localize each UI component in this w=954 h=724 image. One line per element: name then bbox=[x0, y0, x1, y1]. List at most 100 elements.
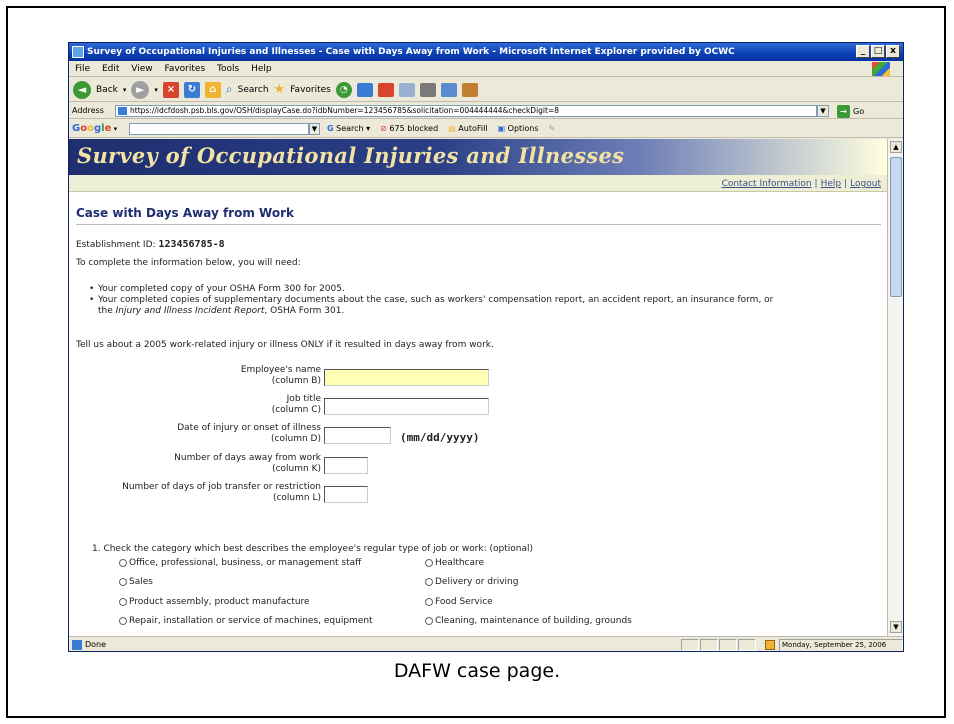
establishment-line: Establishment ID: 123456785-8 bbox=[76, 239, 225, 250]
radio-button[interactable] bbox=[119, 559, 127, 567]
address-url: https://idcfdosh.psb.bls.gov/OSH/display… bbox=[130, 106, 560, 115]
options-icon: ▣ bbox=[497, 124, 506, 133]
address-dropdown-icon[interactable]: ▼ bbox=[817, 105, 829, 117]
autofill-icon: ▤ bbox=[448, 124, 456, 133]
window-title: Survey of Occupational Injuries and Illn… bbox=[87, 47, 735, 57]
google-toolbar: Google ▾ ▼ G Search ▾ ⊘ 675 blocked ▤ Au… bbox=[69, 120, 903, 138]
lock-icon bbox=[765, 640, 775, 650]
options-button[interactable]: ▣ Options bbox=[498, 120, 539, 138]
menu-favorites[interactable]: Favorites bbox=[164, 64, 205, 74]
radio-button[interactable] bbox=[425, 559, 433, 567]
ie-icon bbox=[72, 46, 84, 58]
menu-view[interactable]: View bbox=[131, 64, 152, 74]
radio-button[interactable] bbox=[425, 617, 433, 625]
maximize-button[interactable]: □ bbox=[871, 45, 885, 58]
address-label: Address bbox=[72, 106, 104, 115]
title-bar: Survey of Occupational Injuries and Illn… bbox=[69, 43, 903, 61]
font-size-icon[interactable] bbox=[377, 82, 394, 97]
job-title-input[interactable] bbox=[324, 398, 489, 415]
google-logo[interactable]: Google bbox=[72, 123, 111, 134]
date-of-injury-input[interactable] bbox=[324, 427, 391, 444]
radio-button[interactable] bbox=[119, 578, 127, 586]
forward-arrow-icon[interactable]: ► bbox=[131, 80, 150, 99]
stop-icon[interactable]: × bbox=[162, 81, 179, 98]
intro-text: To complete the information below, you w… bbox=[76, 258, 301, 268]
back-dropdown-icon[interactable]: ▾ bbox=[123, 86, 127, 94]
status-text: Done bbox=[85, 640, 107, 649]
scroll-up-icon[interactable]: ▲ bbox=[890, 141, 902, 153]
window-controls: _ □ x bbox=[856, 45, 900, 58]
page-heading: Case with Days Away from Work bbox=[76, 206, 294, 220]
go-arrow-icon: → bbox=[837, 105, 850, 118]
page-done-icon bbox=[72, 639, 82, 650]
scroll-down-icon[interactable]: ▼ bbox=[890, 621, 902, 633]
date-format-hint: (mm/dd/yyyy) bbox=[400, 431, 480, 444]
print-icon[interactable] bbox=[419, 82, 436, 97]
close-button[interactable]: x bbox=[886, 45, 900, 58]
site-banner: Survey of Occupational Injuries and Illn… bbox=[69, 139, 887, 175]
list-item: Your completed copy of your OSHA Form 30… bbox=[89, 284, 773, 295]
status-bar: Done Monday, September 25, 2006 bbox=[69, 636, 903, 651]
discuss-icon[interactable] bbox=[461, 82, 478, 97]
radio-button[interactable] bbox=[119, 617, 127, 625]
menu-file[interactable]: File bbox=[75, 64, 90, 74]
top-links: Contact Information | Help | Logout bbox=[721, 179, 881, 189]
favorites-star-icon[interactable]: ★ bbox=[274, 82, 286, 97]
google-search-input[interactable] bbox=[129, 123, 309, 135]
radio-delivery[interactable]: Delivery or driving bbox=[425, 577, 518, 587]
establishment-label: Establishment ID: bbox=[76, 240, 156, 250]
employee-name-input[interactable] bbox=[324, 369, 489, 386]
radio-office[interactable]: Office, professional, business, or manag… bbox=[119, 558, 361, 568]
divider bbox=[76, 224, 881, 225]
radio-product-assembly[interactable]: Product assembly, product manufacture bbox=[119, 597, 310, 607]
autofill-button[interactable]: ▤ AutoFill bbox=[448, 120, 487, 138]
google-dropdown-icon[interactable]: ▼ bbox=[309, 123, 320, 135]
logout-link[interactable]: Logout bbox=[850, 179, 881, 189]
google-g-icon: G bbox=[327, 124, 334, 133]
browser-window: Survey of Occupational Injuries and Illn… bbox=[68, 42, 904, 652]
refresh-icon[interactable]: ↻ bbox=[183, 81, 200, 98]
radio-food-service[interactable]: Food Service bbox=[425, 597, 493, 607]
search-button[interactable]: Search bbox=[238, 85, 269, 95]
days-transfer-input[interactable] bbox=[324, 486, 368, 503]
address-bar: Address https://idcfdosh.psb.bls.gov/OSH… bbox=[69, 103, 903, 119]
vertical-scrollbar[interactable]: ▲ ▼ bbox=[887, 139, 903, 636]
edit-icon[interactable] bbox=[440, 82, 457, 97]
forward-dropdown-icon[interactable]: ▾ bbox=[154, 86, 158, 94]
radio-cleaning[interactable]: Cleaning, maintenance of building, groun… bbox=[425, 616, 632, 626]
question-1: 1. Check the category which best describ… bbox=[92, 544, 533, 554]
menu-edit[interactable]: Edit bbox=[102, 64, 119, 74]
scroll-thumb[interactable] bbox=[890, 157, 902, 297]
help-link[interactable]: Help bbox=[821, 179, 842, 189]
home-icon[interactable]: ⌂ bbox=[204, 81, 221, 98]
radio-button[interactable] bbox=[425, 598, 433, 606]
popup-blocked-button[interactable]: ⊘ 675 blocked bbox=[380, 120, 438, 138]
radio-button[interactable] bbox=[119, 598, 127, 606]
pencil-icon[interactable]: ✎ bbox=[549, 120, 556, 138]
menu-tools[interactable]: Tools bbox=[217, 64, 239, 74]
media-icon[interactable] bbox=[356, 82, 373, 97]
employee-name-label: Employee's name (column B) bbox=[240, 365, 321, 386]
blocked-icon: ⊘ bbox=[380, 124, 387, 133]
radio-repair[interactable]: Repair, installation or service of machi… bbox=[119, 616, 373, 626]
google-toolbar-items: G Search ▾ ⊘ 675 blocked ▤ AutoFill ▣ Op… bbox=[327, 120, 555, 138]
radio-button[interactable] bbox=[425, 578, 433, 586]
address-input[interactable]: https://idcfdosh.psb.bls.gov/OSH/display… bbox=[115, 105, 817, 117]
back-arrow-icon[interactable]: ◄ bbox=[73, 80, 91, 99]
go-button[interactable]: → Go bbox=[837, 104, 864, 120]
history-icon[interactable]: ◔ bbox=[335, 81, 352, 98]
minimize-button[interactable]: _ bbox=[856, 45, 870, 58]
contact-information-link[interactable]: Contact Information bbox=[722, 179, 812, 189]
radio-healthcare[interactable]: Healthcare bbox=[425, 558, 484, 568]
menu-help[interactable]: Help bbox=[251, 64, 272, 74]
slide-caption: DAFW case page. bbox=[393, 660, 561, 682]
date-of-injury-label: Date of injury or onset of illness (colum… bbox=[177, 423, 321, 444]
google-search-button[interactable]: G Search ▾ bbox=[327, 120, 370, 138]
days-away-input[interactable] bbox=[324, 457, 368, 474]
go-label: Go bbox=[853, 107, 865, 116]
radio-sales[interactable]: Sales bbox=[119, 577, 153, 587]
back-button[interactable]: Back bbox=[96, 85, 118, 95]
favorites-button[interactable]: Favorites bbox=[290, 85, 331, 95]
mail-icon[interactable] bbox=[398, 82, 415, 97]
search-icon[interactable]: ⌕ bbox=[226, 82, 233, 97]
